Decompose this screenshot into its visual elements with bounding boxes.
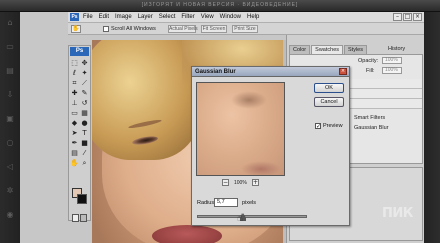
menu-layer[interactable]: Layer (135, 14, 156, 20)
history-brush-icon[interactable]: ↺ (80, 99, 89, 107)
menu-help[interactable]: Help (244, 14, 262, 20)
player-side-toolbar: ⌂ ▭ ▤ ⇩ ▣ ○ ◁ ✲ ◉ (0, 12, 20, 243)
notes-tool-icon[interactable]: ▤ (70, 149, 79, 157)
print-size-button[interactable]: Print Size (232, 25, 258, 33)
options-bar: ✋ Scroll All Windows Actual Pixels Fit S… (68, 23, 424, 35)
hand-cursor-icon: ☝ (237, 213, 244, 224)
zoom-in-button[interactable]: + (252, 179, 259, 186)
player-top-bar: [ИЗГОРЯТ И НОВАЯ ВЕРСИЯ · ВИДЕОВЕДЕНИЕ] (0, 0, 440, 12)
menu-list: File Edit Image Layer Select Filter View… (80, 14, 262, 20)
panel-tabs: Color Swatches Styles (289, 45, 368, 54)
hand-tool-icon[interactable]: ✋ (71, 25, 81, 33)
home-icon[interactable]: ⌂ (5, 18, 15, 28)
tab-color[interactable]: Color (289, 45, 311, 54)
minimize-button[interactable]: – (393, 13, 402, 21)
radius-input[interactable]: 5,7 (214, 198, 238, 207)
share-icon[interactable]: ◁ (5, 162, 15, 172)
search-icon[interactable]: ○ (5, 138, 15, 148)
menu-edit[interactable]: Edit (96, 14, 112, 20)
dialog-title-bar[interactable]: Gaussian Blur × (192, 67, 349, 77)
pen-tool-icon[interactable]: ✒ (70, 139, 79, 147)
scroll-all-windows-checkbox[interactable] (103, 26, 109, 32)
lips (152, 225, 222, 243)
eyedropper-icon[interactable]: ⁄ (80, 149, 89, 157)
hand-tool-box-icon[interactable]: ✋ (70, 159, 79, 167)
menu-select[interactable]: Select (156, 14, 179, 20)
zoom-tool-icon[interactable]: ⌕ (80, 159, 89, 167)
toolbox-logo: Ps (70, 47, 89, 56)
gaussian-blur-layer-label[interactable]: Gaussian Blur (354, 125, 389, 131)
preview-checkbox[interactable]: ✓ (315, 123, 321, 130)
tab-styles[interactable]: Styles (344, 45, 367, 54)
player-title: [ИЗГОРЯТ И НОВАЯ ВЕРСИЯ · ВИДЕОВЕДЕНИЕ] (141, 2, 299, 8)
type-tool-icon[interactable]: T (80, 129, 89, 137)
path-selection-icon[interactable]: ➤ (70, 129, 79, 137)
actual-pixels-button[interactable]: Actual Pixels (168, 25, 198, 33)
opacity-field[interactable]: 100% (382, 57, 402, 64)
cancel-button[interactable]: Cancel (314, 97, 344, 107)
smart-filters-label[interactable]: Smart Filters (354, 115, 385, 121)
background-color-swatch[interactable] (77, 194, 87, 204)
tab-swatches[interactable]: Swatches (311, 45, 344, 54)
dialog-close-button[interactable]: × (339, 68, 347, 75)
fill-label: Fill: (366, 68, 375, 74)
menu-filter[interactable]: Filter (178, 14, 197, 20)
toolbox: Ps ⬚ ✥ ℓ ✦ ⌗ ⟋ ✚ ✎ ⊥ ↺ ▭ ▦ ◆ ● ➤ T ✒ ■ ▤… (68, 45, 91, 222)
healing-brush-icon[interactable]: ✚ (70, 89, 79, 97)
marquee-tool-icon[interactable]: ⬚ (70, 59, 79, 67)
opacity-label: Opacity: (358, 58, 379, 64)
watermark-logo: ПИК (382, 206, 413, 221)
user-icon[interactable]: ◉ (5, 210, 15, 220)
menu-view[interactable]: View (198, 14, 217, 20)
eraser-tool-icon[interactable]: ▭ (70, 109, 79, 117)
menu-window[interactable]: Window (217, 14, 244, 20)
photoshop-window: Ps File Edit Image Layer Select Filter V… (20, 12, 424, 243)
magic-wand-icon[interactable]: ✦ (80, 69, 89, 77)
close-window-button[interactable]: × (413, 13, 422, 21)
player-right-edge (424, 12, 440, 243)
quick-mask-icon[interactable] (72, 209, 87, 222)
settings-icon[interactable]: ✲ (5, 186, 15, 196)
ok-button[interactable]: OK (314, 83, 344, 93)
zoom-level: 100% (234, 180, 247, 186)
preview-label: Preview (323, 123, 343, 129)
zoom-out-button[interactable]: − (222, 179, 229, 186)
tab-history[interactable]: History (388, 46, 405, 52)
stamp-tool-icon[interactable]: ⊥ (70, 99, 79, 107)
menu-image[interactable]: Image (112, 14, 135, 20)
blur-tool-icon[interactable]: ◆ (70, 119, 79, 127)
gradient-tool-icon[interactable]: ▦ (80, 109, 89, 117)
dodge-tool-icon[interactable]: ● (80, 119, 89, 127)
slice-tool-icon[interactable]: ⟋ (80, 79, 89, 87)
film-icon[interactable]: ▤ (5, 66, 15, 76)
maximize-button[interactable]: □ (403, 13, 412, 21)
radius-slider[interactable] (197, 215, 307, 218)
screen-icon[interactable]: ▭ (5, 42, 15, 52)
move-tool-icon[interactable]: ✥ (80, 59, 89, 67)
preview-shadow (231, 91, 267, 109)
fill-field[interactable]: 100% (382, 67, 402, 74)
fit-screen-button[interactable]: Fit Screen (201, 25, 227, 33)
dialog-title: Gaussian Blur (195, 69, 236, 75)
window-controls: – □ × (393, 13, 422, 21)
lock-icon[interactable]: ▣ (5, 114, 15, 124)
lasso-tool-icon[interactable]: ℓ (70, 69, 79, 77)
shape-tool-icon[interactable]: ■ (80, 139, 89, 147)
photoshop-app-icon: Ps (70, 13, 79, 21)
preview-zoom-controls: − 100% + (222, 179, 262, 187)
crop-tool-icon[interactable]: ⌗ (70, 79, 79, 87)
radius-unit: pixels (242, 200, 257, 206)
menu-file[interactable]: File (80, 14, 96, 20)
scroll-all-windows-label: Scroll All Windows (111, 26, 156, 32)
preview-lip-shadow (241, 161, 281, 175)
download-icon[interactable]: ⇩ (5, 90, 15, 100)
blur-preview[interactable] (196, 82, 285, 176)
brush-tool-icon[interactable]: ✎ (80, 89, 89, 97)
gaussian-blur-dialog: Gaussian Blur × − 100% + OK Cancel ✓ Pre… (191, 66, 350, 226)
radius-label: Radius: (197, 200, 216, 206)
